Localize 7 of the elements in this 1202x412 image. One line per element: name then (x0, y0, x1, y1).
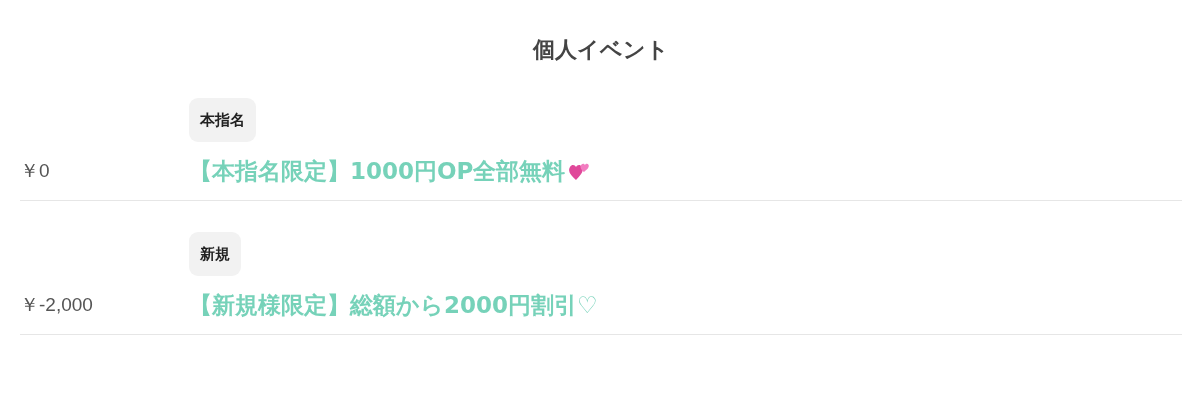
category-tag: 本指名 (189, 98, 256, 142)
category-tag: 新規 (189, 232, 241, 276)
event-title: 【新規様限定】総額から2000円割引♡ (189, 291, 598, 320)
price: ￥-2,000 (20, 293, 94, 317)
price: ￥0 (20, 159, 51, 183)
event-title: 【本指名限定】1000円OP全部無料 (189, 157, 566, 186)
section-title: 個人イベント (531, 36, 670, 64)
